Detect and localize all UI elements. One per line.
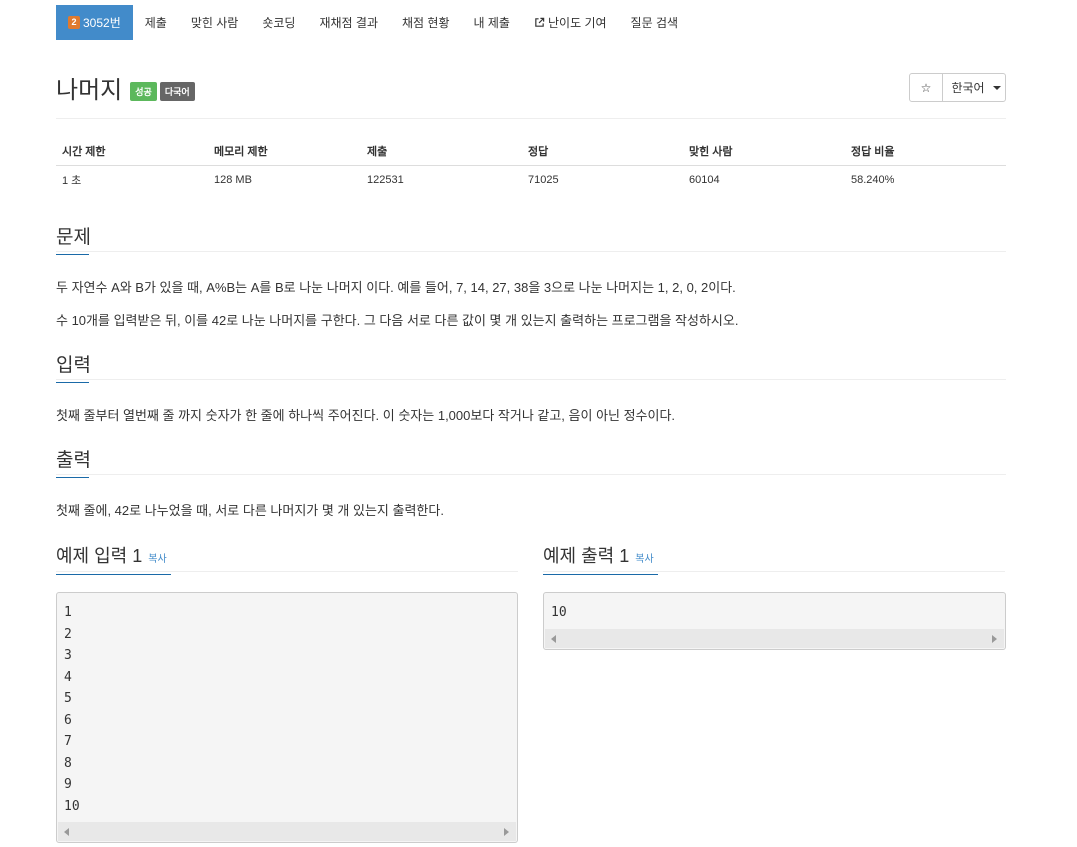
sample-output-line: 10	[551, 605, 567, 620]
output-heading-text: 출력	[56, 450, 91, 471]
tab-question-search[interactable]: 질문 검색	[619, 5, 691, 40]
tab-solved-users[interactable]: 맞힌 사람	[179, 5, 251, 40]
divider	[56, 118, 1006, 119]
section-divider	[56, 251, 1006, 252]
problem-heading-text: 문제	[56, 227, 91, 248]
tab-my-submissions[interactable]: 내 제출	[462, 5, 522, 40]
sample-input-line: 8	[64, 755, 72, 771]
status-badge-multilang: 다국어	[159, 82, 195, 101]
header-accept-ratio: 정답 비율	[845, 138, 1006, 166]
sample-input-line: 1	[64, 605, 72, 620]
cell-submissions: 122531	[367, 174, 404, 187]
header-submissions: 제출	[361, 138, 522, 166]
tier-medal-icon: 2	[68, 16, 80, 29]
sample-output-box[interactable]: 10	[543, 592, 1006, 650]
star-button[interactable]: ☆	[909, 73, 943, 102]
heading-underline	[56, 574, 171, 575]
scroll-right-icon[interactable]	[504, 828, 509, 836]
problem-info-table: 시간 제한 메모리 제한 제출 정답 맞힌 사람 정답 비율 1 초 128 M…	[56, 138, 1006, 195]
header-solved-users: 맞힌 사람	[683, 138, 845, 166]
table-header-row: 시간 제한 메모리 제한 제출 정답 맞힌 사람 정답 비율	[56, 138, 1006, 166]
section-divider	[543, 571, 1005, 572]
sample-output-heading: 예제 출력 1 복사	[543, 542, 658, 575]
caret-down-icon	[992, 85, 1001, 90]
header-memory-limit: 메모리 제한	[208, 138, 361, 166]
table-row: 1 초 128 MB 122531 71025 60104 58.240%	[56, 165, 1006, 195]
status-badge-success: 성공	[130, 82, 157, 101]
sample-input-box[interactable]: 1 2 3 4 5 6 7 8 9 10	[56, 592, 518, 843]
tab-difficulty-label: 난이도 기여	[547, 16, 607, 30]
cell-memory-limit: 128 MB	[214, 174, 252, 187]
sample-output-lines: 10	[544, 593, 1005, 624]
section-divider	[56, 474, 1006, 475]
cell-solved-users: 60104	[689, 174, 720, 187]
sample-input-line: 9	[64, 777, 72, 792]
page-title: 나머지	[56, 77, 123, 104]
header-time-limit: 시간 제한	[56, 138, 208, 166]
scroll-left-icon[interactable]	[64, 828, 69, 836]
sample-input-title: 예제 입력 1	[56, 546, 143, 566]
sample-input-heading: 예제 입력 1 복사	[56, 542, 171, 575]
sample-input-line: 5	[64, 691, 72, 706]
cell-accept-ratio: 58.240%	[851, 174, 895, 187]
tab-rejudge-results[interactable]: 재채점 결과	[307, 5, 390, 40]
tab-judge-status[interactable]: 채점 현황	[390, 5, 462, 40]
problem-nav: 2 3052번 제출 맞힌 사람 숏코딩 재채점 결과 채점 현황 내 제출 난…	[56, 5, 690, 40]
input-heading-text: 입력	[56, 355, 91, 376]
cell-time-limit: 1 초	[62, 175, 82, 188]
horizontal-scrollbar[interactable]	[545, 629, 1004, 648]
sample-input-line: 4	[64, 669, 72, 685]
sample-input-line: 6	[64, 712, 72, 728]
sample-input-line: 10	[64, 798, 80, 814]
heading-underline	[56, 254, 89, 255]
language-dropdown[interactable]: 한국어	[942, 73, 1006, 102]
tab-submit[interactable]: 제출	[133, 5, 179, 40]
tab-problem[interactable]: 2 3052번	[56, 5, 133, 40]
external-link-icon	[535, 17, 545, 27]
sample-input-line: 7	[64, 734, 72, 749]
heading-underline	[56, 477, 89, 478]
section-divider	[56, 571, 518, 572]
output-heading: 출력	[56, 445, 91, 478]
cell-accepted: 71025	[528, 174, 559, 187]
problem-description-1: 두 자연수 A와 B가 있을 때, A%B는 A를 B로 나눈 나머지 이다. …	[56, 280, 736, 295]
tab-difficulty-contribution[interactable]: 난이도 기여	[522, 5, 619, 40]
input-description: 첫째 줄부터 열번째 줄 까지 숫자가 한 줄에 하나씩 주어진다. 이 숫자는…	[56, 408, 676, 423]
star-icon: ☆	[920, 80, 932, 95]
scroll-left-icon[interactable]	[551, 635, 556, 643]
copy-sample-input-button[interactable]: 복사	[148, 554, 166, 565]
section-divider	[56, 379, 1006, 380]
language-label: 한국어	[951, 81, 985, 95]
input-heading: 입력	[56, 350, 91, 383]
output-description: 첫째 줄에, 42로 나누었을 때, 서로 다른 나머지가 몇 개 있는지 출력…	[56, 503, 444, 518]
sample-input-line: 2	[64, 626, 72, 642]
sample-input-line: 3	[64, 648, 72, 663]
heading-underline	[56, 382, 89, 383]
tab-problem-label: 3052번	[83, 16, 121, 30]
title-actions: ☆ 한국어	[909, 73, 1006, 102]
heading-underline	[543, 574, 658, 575]
scroll-right-icon[interactable]	[992, 635, 997, 643]
sample-input-lines: 1 2 3 4 5 6 7 8 9 10	[57, 593, 517, 817]
sample-output-title: 예제 출력 1	[543, 546, 630, 566]
header-accepted: 정답	[522, 138, 683, 166]
horizontal-scrollbar[interactable]	[58, 822, 516, 841]
tab-short-coding[interactable]: 숏코딩	[250, 5, 307, 40]
problem-description-2: 수 10개를 입력받은 뒤, 이를 42로 나눈 나머지를 구한다. 그 다음 …	[56, 313, 739, 328]
copy-sample-output-button[interactable]: 복사	[635, 554, 653, 565]
title-row: 나머지 성공 다국어	[56, 70, 195, 105]
problem-heading: 문제	[56, 222, 91, 255]
